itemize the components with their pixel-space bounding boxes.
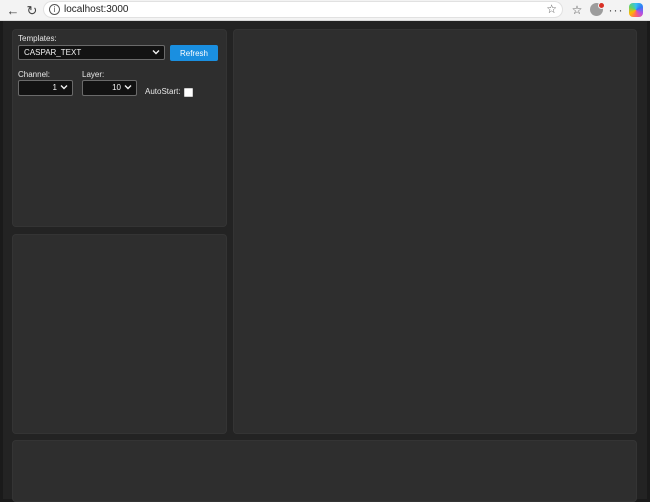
refresh-button[interactable]: Refresh [170,45,218,61]
back-arrow-icon[interactable]: ← [4,1,22,19]
layer-select-value: 10 [112,83,121,92]
address-url: localhost:3000 [64,4,129,15]
chevron-down-icon [124,85,132,90]
template-select[interactable]: CASPAR_TEXT [18,45,165,60]
template-select-value: CASPAR_TEXT [24,48,82,57]
reload-icon[interactable]: ↻ [23,1,41,19]
app-root: Templates: CASPAR_TEXT Refresh Channel: … [3,21,647,502]
favorite-star-icon[interactable]: ☆ [546,2,557,17]
site-info-icon[interactable]: i [49,4,60,15]
address-bar[interactable]: i localhost:3000 ☆ [43,1,563,18]
autostart-checkbox[interactable] [184,88,193,97]
favorites-icon[interactable]: ☆ [569,1,585,19]
chevron-down-icon [152,50,160,55]
channel-label: Channel: [18,70,51,79]
controls-panel: Templates: CASPAR_TEXT Refresh Channel: … [12,29,227,227]
lower-left-panel [12,234,227,434]
layer-label: Layer: [82,70,105,79]
main-panel [233,29,637,434]
channel-select-value: 1 [52,83,57,92]
notification-dot [598,2,605,9]
browser-toolbar: ← ↻ i localhost:3000 ☆ ☆ ··· [0,0,650,21]
profile-avatar[interactable] [590,2,605,16]
channel-select[interactable]: 1 [18,80,73,96]
chevron-down-icon [60,85,68,90]
copilot-icon[interactable] [629,3,643,17]
autostart-label: AutoStart: [145,87,181,96]
bottom-panel [12,440,637,502]
layer-select[interactable]: 10 [82,80,137,96]
more-menu-icon[interactable]: ··· [608,1,624,19]
templates-label: Templates: [18,34,57,43]
